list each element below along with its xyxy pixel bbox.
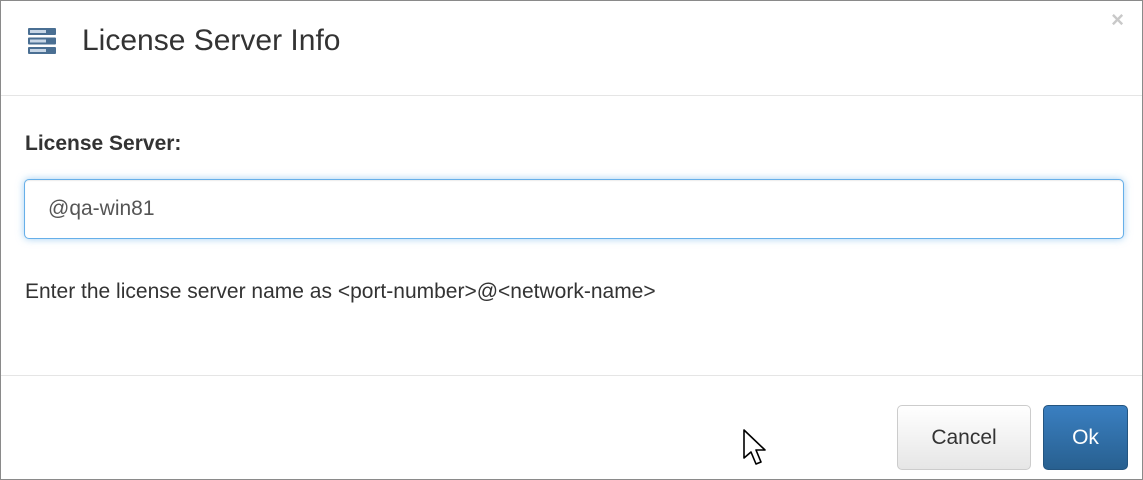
mouse-pointer-icon <box>742 428 770 468</box>
close-icon[interactable]: × <box>1111 9 1124 31</box>
cancel-button[interactable]: Cancel <box>897 405 1031 470</box>
license-server-input[interactable] <box>24 179 1124 239</box>
dialog-title: License Server Info <box>82 24 341 57</box>
dialog-footer: Cancel Ok <box>1 375 1142 480</box>
help-text: Enter the license server name as <port-n… <box>25 280 656 303</box>
license-server-label: License Server: <box>25 132 182 155</box>
ok-button[interactable]: Ok <box>1043 405 1128 470</box>
dialog-body: License Server: Enter the license server… <box>1 96 1142 375</box>
dialog-header: License Server Info × <box>1 1 1142 96</box>
server-icon <box>28 28 56 54</box>
license-server-dialog: License Server Info × License Server: En… <box>0 0 1143 480</box>
